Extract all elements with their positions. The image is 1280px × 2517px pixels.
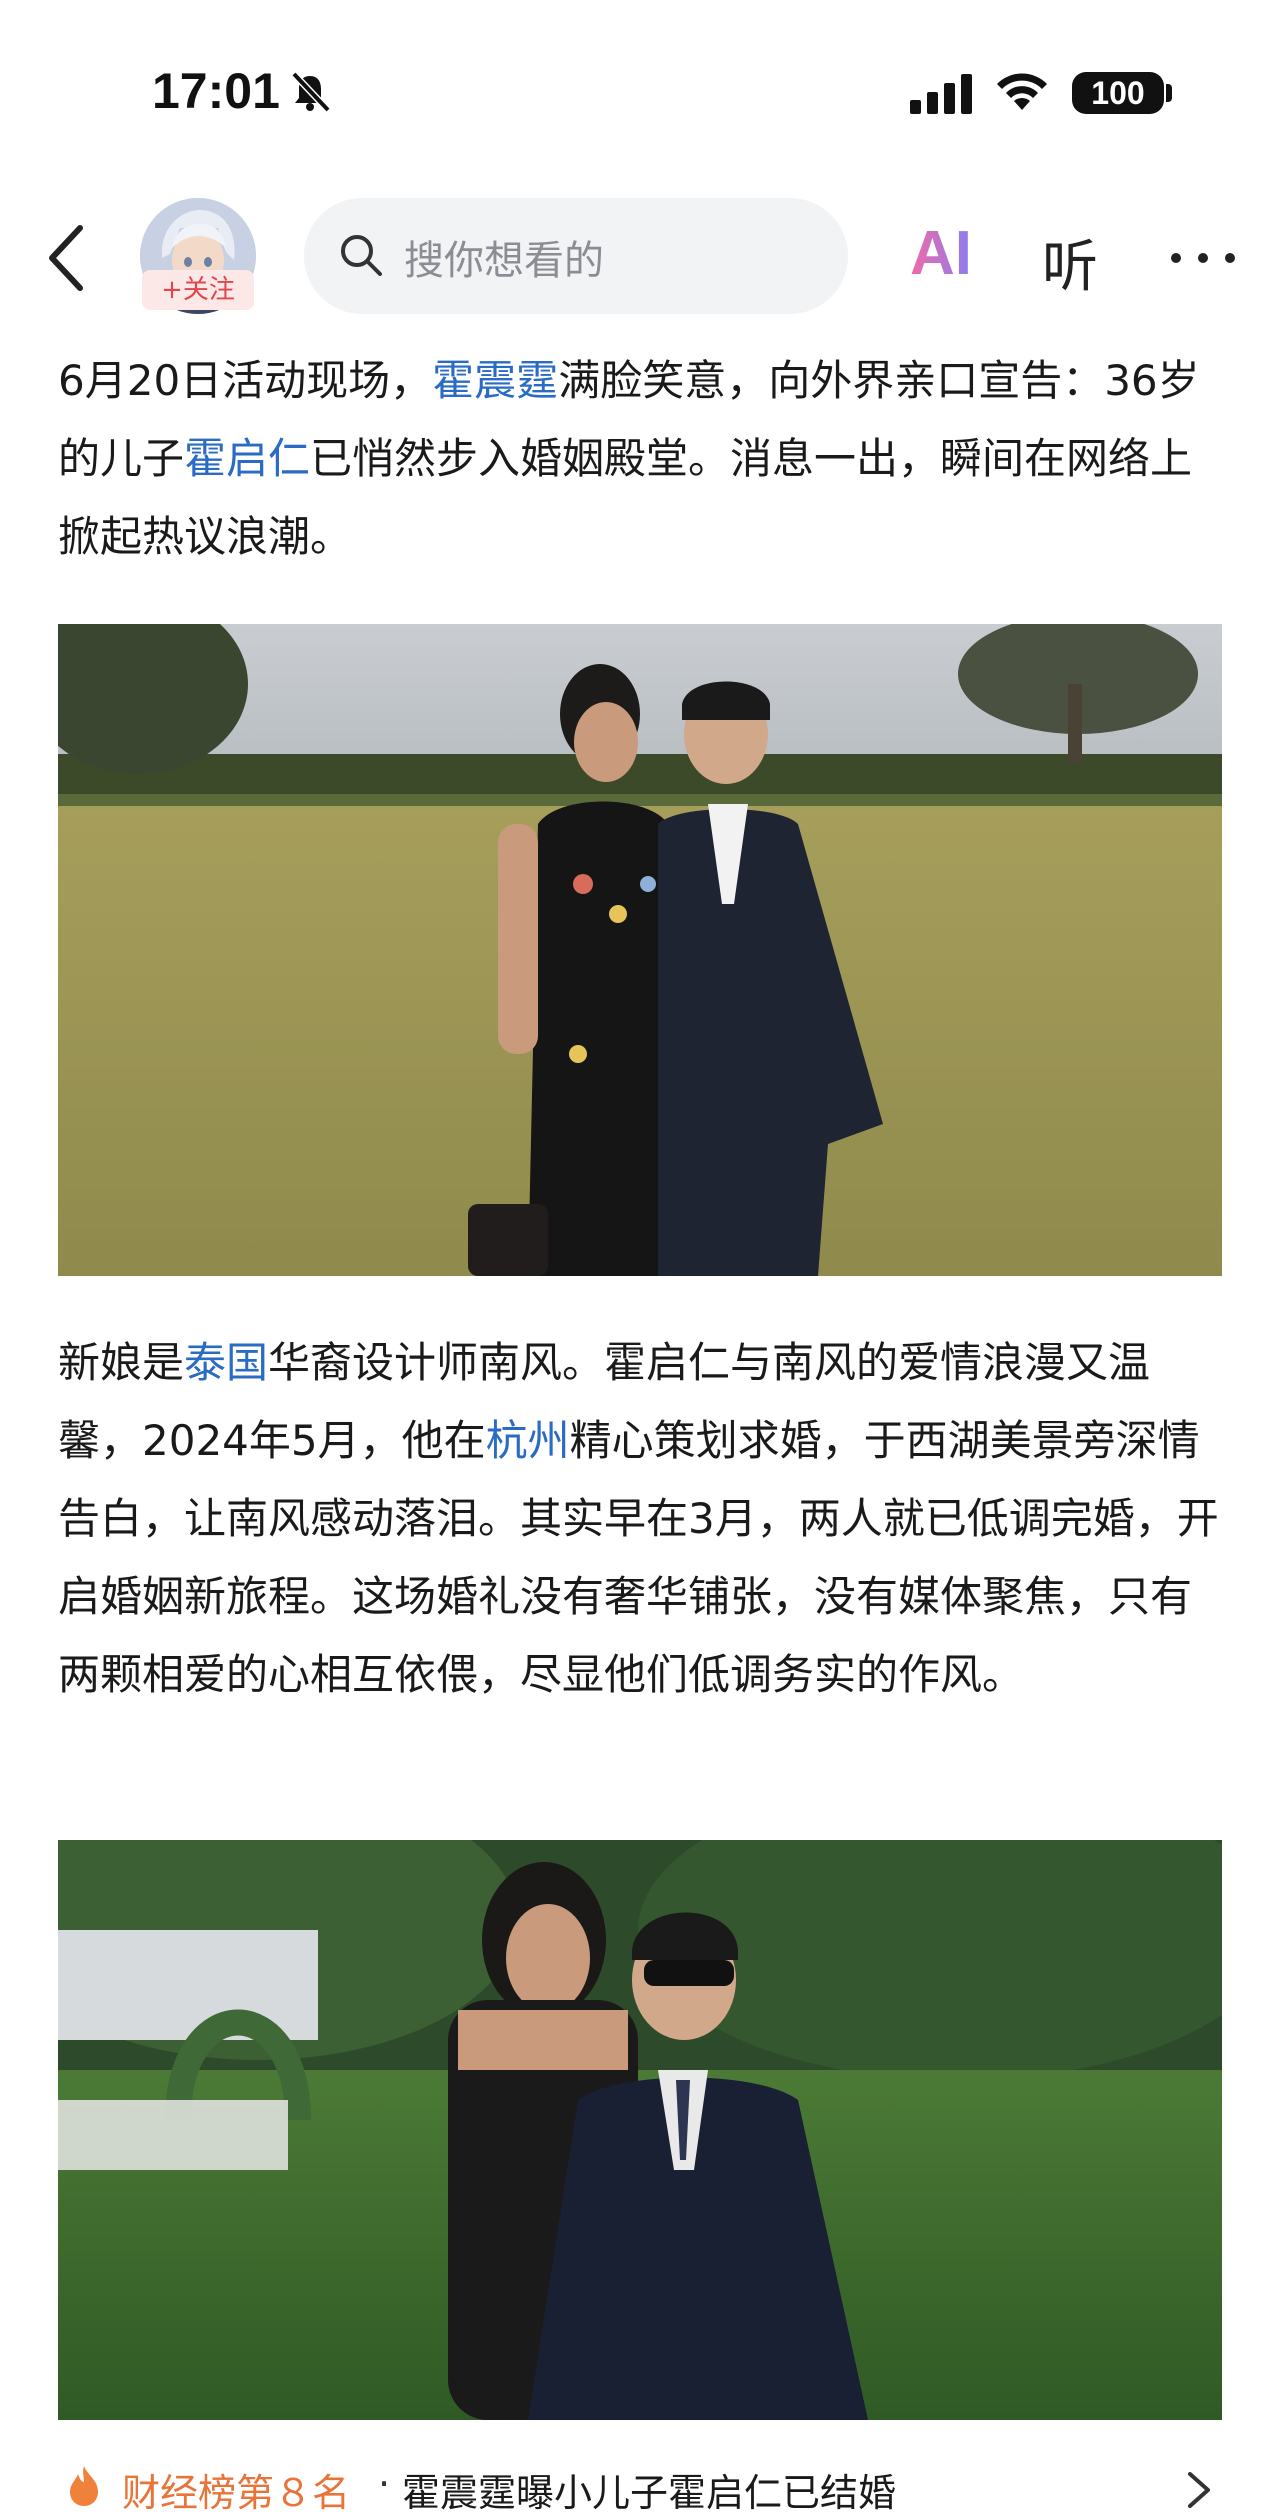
wifi-icon [997,73,1047,110]
ai-button[interactable]: AI [910,218,972,289]
back-arrow-icon[interactable] [46,222,86,294]
cellular-signal-icon [910,74,972,114]
fire-icon [70,2466,98,2506]
battery-tip [1166,84,1172,102]
status-time: 17:01 [152,63,280,119]
chevron-right-icon[interactable] [1186,2470,1212,2510]
paragraph-text: 6月20日活动现场， [58,356,433,405]
paragraph-text: 新娘是 [58,1338,185,1387]
article-photo-1[interactable] [58,624,1222,1276]
article-paragraph-1: 6月20日活动现场，霍震霆满脸笑意，向外界亲口宣告：36岁的儿子霍启仁已悄然步入… [58,342,1228,576]
inline-link[interactable]: 霍启仁 [184,434,310,483]
listen-button[interactable]: 听 [1042,222,1098,303]
article-paragraph-2: 新娘是泰国华裔设计师南风。霍启仁与南风的爱情浪漫又温馨，2024年5月，他在杭州… [58,1324,1228,1714]
search-placeholder: 搜你想看的 [404,238,604,284]
rank-separator: · [378,2462,391,2506]
inline-link[interactable]: 泰国 [184,1338,268,1387]
inline-link[interactable]: 霍震霆 [432,356,558,405]
article-photo-2[interactable] [58,1840,1222,2420]
rank-label[interactable]: 财经榜第８名 [122,2462,350,2517]
inline-link[interactable]: 杭州 [486,1416,570,1465]
battery-indicator: 100 [1072,72,1164,114]
bell-mute-icon [291,71,331,113]
rank-headline[interactable]: 霍震霆曝小儿子霍启仁已结婚 [402,2462,896,2517]
follow-button[interactable]: +关注 [142,270,254,310]
more-dots-icon[interactable] [1168,250,1238,266]
search-icon [341,235,382,276]
